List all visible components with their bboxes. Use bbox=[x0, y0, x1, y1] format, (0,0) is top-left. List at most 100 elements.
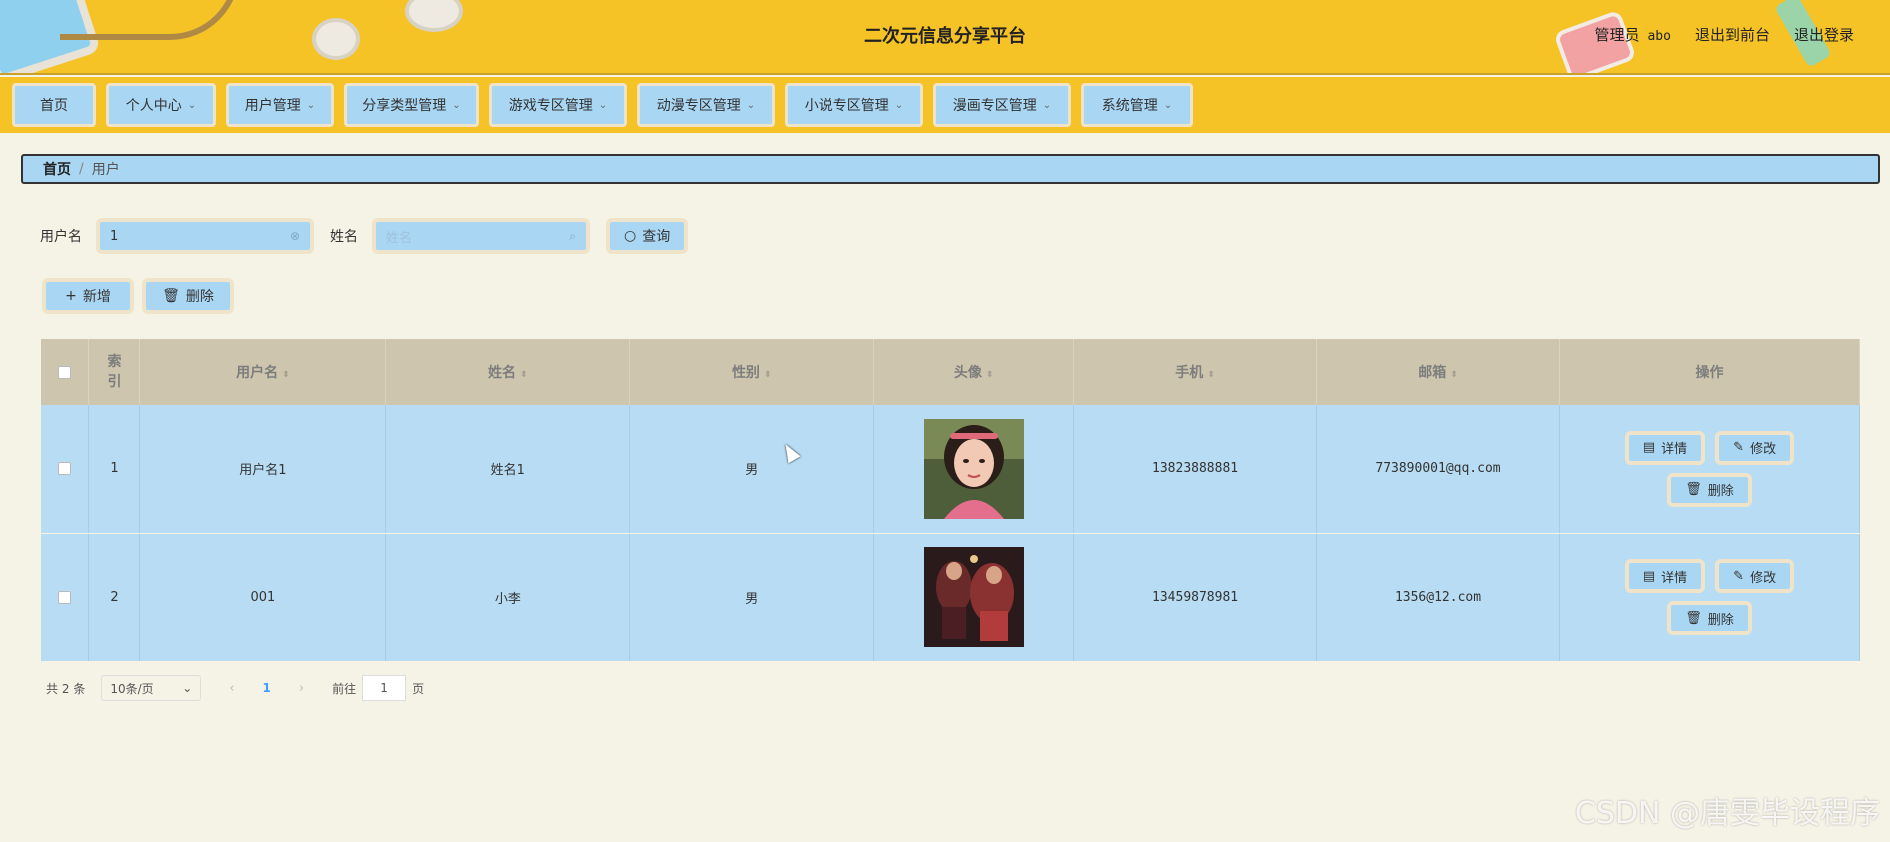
avatar-header[interactable]: 头像 ⬍ bbox=[873, 339, 1075, 405]
current-page[interactable]: 1 bbox=[263, 681, 271, 695]
search-icon: ○ bbox=[624, 228, 637, 244]
phone-cell: 13459878981 bbox=[1073, 533, 1318, 662]
avatar-cell bbox=[873, 533, 1075, 662]
row-checkbox[interactable] bbox=[58, 462, 72, 476]
name-search-input[interactable]: 姓名 ⌕ bbox=[372, 218, 590, 254]
gender-header-label: 性别 bbox=[731, 365, 760, 381]
total-prefix: 共 bbox=[46, 681, 59, 696]
row-select-cell bbox=[41, 405, 90, 534]
row-select-cell bbox=[41, 533, 90, 662]
avatar-image[interactable] bbox=[923, 547, 1024, 647]
name-label: 姓名 bbox=[330, 229, 358, 245]
batch-delete-label: 删除 bbox=[185, 289, 214, 305]
nav-item-label: 首页 bbox=[40, 98, 68, 114]
goto-page: 前往 1 页 bbox=[332, 675, 424, 701]
name-header[interactable]: 姓名 ⬍ bbox=[385, 339, 631, 405]
name-header-label: 姓名 bbox=[488, 365, 517, 381]
add-button[interactable]: + 新增 bbox=[42, 278, 134, 314]
breadcrumb-home[interactable]: 首页 bbox=[43, 159, 71, 179]
nav-item-label: 分享类型管理 bbox=[362, 98, 447, 114]
gender-cell: 男 bbox=[629, 533, 875, 662]
pagination: 共 2 条 10条/页 ⌄ ‹ 1 › 前往 1 页 bbox=[46, 674, 424, 702]
avatar-image[interactable] bbox=[923, 418, 1024, 519]
page-list: ‹ 1 › bbox=[229, 681, 304, 696]
user-table: 索引 用户名 ⬍ 姓名 ⬍ 性别 ⬍ 头像 ⬍ 手机 ⬍ 邮箱 ⬍ 操作 1 用… bbox=[41, 339, 1861, 662]
admin-info: 管理员 abo bbox=[1594, 24, 1671, 45]
sort-icon[interactable]: ⬍ bbox=[520, 370, 528, 380]
nav-item-comic-zone-management[interactable]: 漫画专区管理 ⌄ bbox=[933, 83, 1071, 127]
main-nav: 首页 个人中心 ⌄ 用户管理 ⌄ 分享类型管理 ⌄ 游戏专区管理 ⌄ 动漫专区管… bbox=[0, 77, 1890, 133]
edit-button-label: 修改 bbox=[1750, 570, 1777, 586]
page-size-value: 10条/页 bbox=[110, 681, 154, 696]
table-row: 1 用户名1 姓名1 男 13823888881 773890001@qq.co… bbox=[41, 405, 1861, 534]
row-checkbox[interactable] bbox=[58, 590, 72, 604]
email-header-label: 邮箱 bbox=[1418, 365, 1447, 381]
username-search-input[interactable]: 1 ⊗ bbox=[96, 218, 314, 254]
gender-header[interactable]: 性别 ⬍ bbox=[629, 339, 875, 405]
phone-header[interactable]: 手机 ⬍ bbox=[1073, 339, 1318, 405]
query-button[interactable]: ○ 查询 bbox=[606, 218, 689, 254]
username-input-value: 1 bbox=[110, 228, 119, 244]
delete-button-label: 删除 bbox=[1707, 484, 1734, 500]
chevron-down-icon: ⌄ bbox=[306, 99, 316, 111]
page-size-select[interactable]: 10条/页 ⌄ bbox=[101, 675, 202, 701]
ops-header: 操作 bbox=[1559, 339, 1861, 405]
avatar-header-label: 头像 bbox=[953, 365, 982, 381]
username-cell: 001 bbox=[139, 533, 387, 662]
sort-icon[interactable]: ⬍ bbox=[1450, 370, 1458, 380]
total-count: 共 2 条 bbox=[46, 680, 85, 697]
select-all-header bbox=[41, 339, 90, 405]
nav-item-game-zone-management[interactable]: 游戏专区管理 ⌄ bbox=[489, 83, 627, 127]
edit-button[interactable]: ✎ 修改 bbox=[1715, 559, 1795, 593]
breadcrumb-current: 用户 bbox=[91, 162, 120, 178]
admin-role: 管理员 bbox=[1594, 26, 1640, 44]
nav-item-label: 用户管理 bbox=[244, 98, 301, 114]
avatar-cell bbox=[873, 405, 1075, 534]
chevron-down-icon: ⌄ bbox=[1163, 99, 1173, 111]
pencil-icon: ✎ bbox=[1733, 440, 1745, 456]
select-all-checkbox[interactable] bbox=[58, 365, 72, 379]
logout-link[interactable]: 退出登录 bbox=[1794, 24, 1854, 45]
detail-button[interactable]: ▤ 详情 bbox=[1624, 430, 1706, 465]
next-page-icon[interactable]: › bbox=[299, 681, 304, 696]
sort-icon[interactable]: ⬍ bbox=[986, 370, 994, 380]
chevron-down-icon: ⌄ bbox=[1042, 99, 1052, 111]
prev-page-icon[interactable]: ‹ bbox=[229, 681, 234, 696]
nav-item-anime-zone-management[interactable]: 动漫专区管理 ⌄ bbox=[637, 83, 775, 127]
username-label: 用户名 bbox=[40, 229, 82, 245]
clear-icon[interactable]: ⊗ bbox=[290, 229, 300, 243]
exit-to-front-link[interactable]: 退出到前台 bbox=[1695, 24, 1770, 45]
sort-icon[interactable]: ⬍ bbox=[764, 370, 772, 380]
nav-item-system-management[interactable]: 系统管理 ⌄ bbox=[1081, 83, 1193, 127]
email-cell: 1356@12.com bbox=[1316, 533, 1560, 662]
document-icon: ▤ bbox=[1642, 440, 1656, 456]
edit-button[interactable]: ✎ 修改 bbox=[1715, 430, 1795, 465]
total-suffix: 条 bbox=[73, 681, 86, 696]
nav-item-user-management[interactable]: 用户管理 ⌄ bbox=[226, 83, 334, 127]
goto-suffix: 页 bbox=[412, 681, 425, 696]
chevron-down-icon: ⌄ bbox=[598, 99, 608, 111]
delete-button[interactable]: 🗑 删除 bbox=[1667, 601, 1752, 635]
nav-item-novel-zone-management[interactable]: 小说专区管理 ⌄ bbox=[785, 83, 923, 127]
top-header: 二次元信息分享平台 管理员 abo 退出到前台 退出登录 bbox=[0, 0, 1890, 75]
nav-item-label: 动漫专区管理 bbox=[656, 98, 741, 114]
chevron-down-icon: ⌄ bbox=[894, 99, 904, 111]
sort-icon[interactable]: ⬍ bbox=[282, 370, 290, 380]
delete-button[interactable]: 🗑 删除 bbox=[1667, 472, 1752, 507]
batch-delete-button[interactable]: 🗑 删除 bbox=[142, 278, 234, 314]
plus-icon: + bbox=[65, 288, 77, 304]
sort-icon[interactable]: ⬍ bbox=[1207, 370, 1215, 380]
index-cell: 2 bbox=[88, 533, 141, 662]
chevron-down-icon: ⌄ bbox=[182, 681, 193, 695]
nav-item-personal-center[interactable]: 个人中心 ⌄ bbox=[106, 83, 216, 127]
goto-page-input[interactable]: 1 bbox=[362, 675, 407, 701]
table-header-row: 索引 用户名 ⬍ 姓名 ⬍ 性别 ⬍ 头像 ⬍ 手机 ⬍ 邮箱 ⬍ 操作 bbox=[41, 339, 1861, 405]
search-bar: 用户名 1 ⊗ 姓名 姓名 ⌕ ○ 查询 bbox=[40, 216, 689, 256]
add-button-label: 新增 bbox=[82, 289, 111, 305]
nav-item-share-type-management[interactable]: 分享类型管理 ⌄ bbox=[344, 83, 479, 127]
name-cell: 小李 bbox=[385, 533, 631, 662]
detail-button[interactable]: ▤ 详情 bbox=[1624, 559, 1706, 593]
nav-item-home[interactable]: 首页 bbox=[12, 83, 96, 127]
username-header[interactable]: 用户名 ⬍ bbox=[139, 339, 387, 405]
email-header[interactable]: 邮箱 ⬍ bbox=[1316, 339, 1560, 405]
